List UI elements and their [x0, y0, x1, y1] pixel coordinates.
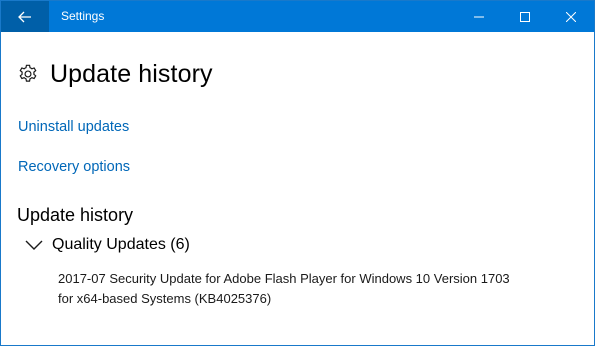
update-title-line-2: for x64-based Systems (KB4025376): [58, 291, 272, 306]
back-button[interactable]: [1, 1, 49, 32]
window-controls: [456, 1, 594, 32]
update-entry[interactable]: 2017-07 Security Update for Adobe Flash …: [58, 269, 578, 309]
section-heading: Update history: [17, 205, 134, 225]
minimize-icon: [474, 16, 484, 17]
maximize-icon: [520, 11, 530, 22]
maximize-button[interactable]: [502, 1, 548, 32]
settings-window: Settings Update history Uninstall update…: [0, 0, 595, 346]
page-title: Update history: [50, 59, 213, 88]
minimize-button[interactable]: [456, 1, 502, 32]
recovery-options-link[interactable]: Recovery options: [18, 159, 130, 175]
title-bar: Settings: [1, 1, 594, 32]
group-label: Quality Updates (6): [52, 236, 190, 253]
quality-updates-group-toggle[interactable]: Quality Updates (6): [25, 235, 190, 255]
page-header: Update history: [17, 57, 213, 91]
uninstall-updates-link[interactable]: Uninstall updates: [18, 119, 129, 135]
update-title-line-1: 2017-07 Security Update for Adobe Flash …: [58, 271, 510, 286]
close-icon: [566, 11, 576, 22]
close-button[interactable]: [548, 1, 594, 32]
window-title: Settings: [61, 9, 105, 23]
back-arrow-icon: [18, 11, 31, 22]
gear-icon: [19, 64, 37, 82]
chevron-down-icon: [25, 240, 43, 250]
